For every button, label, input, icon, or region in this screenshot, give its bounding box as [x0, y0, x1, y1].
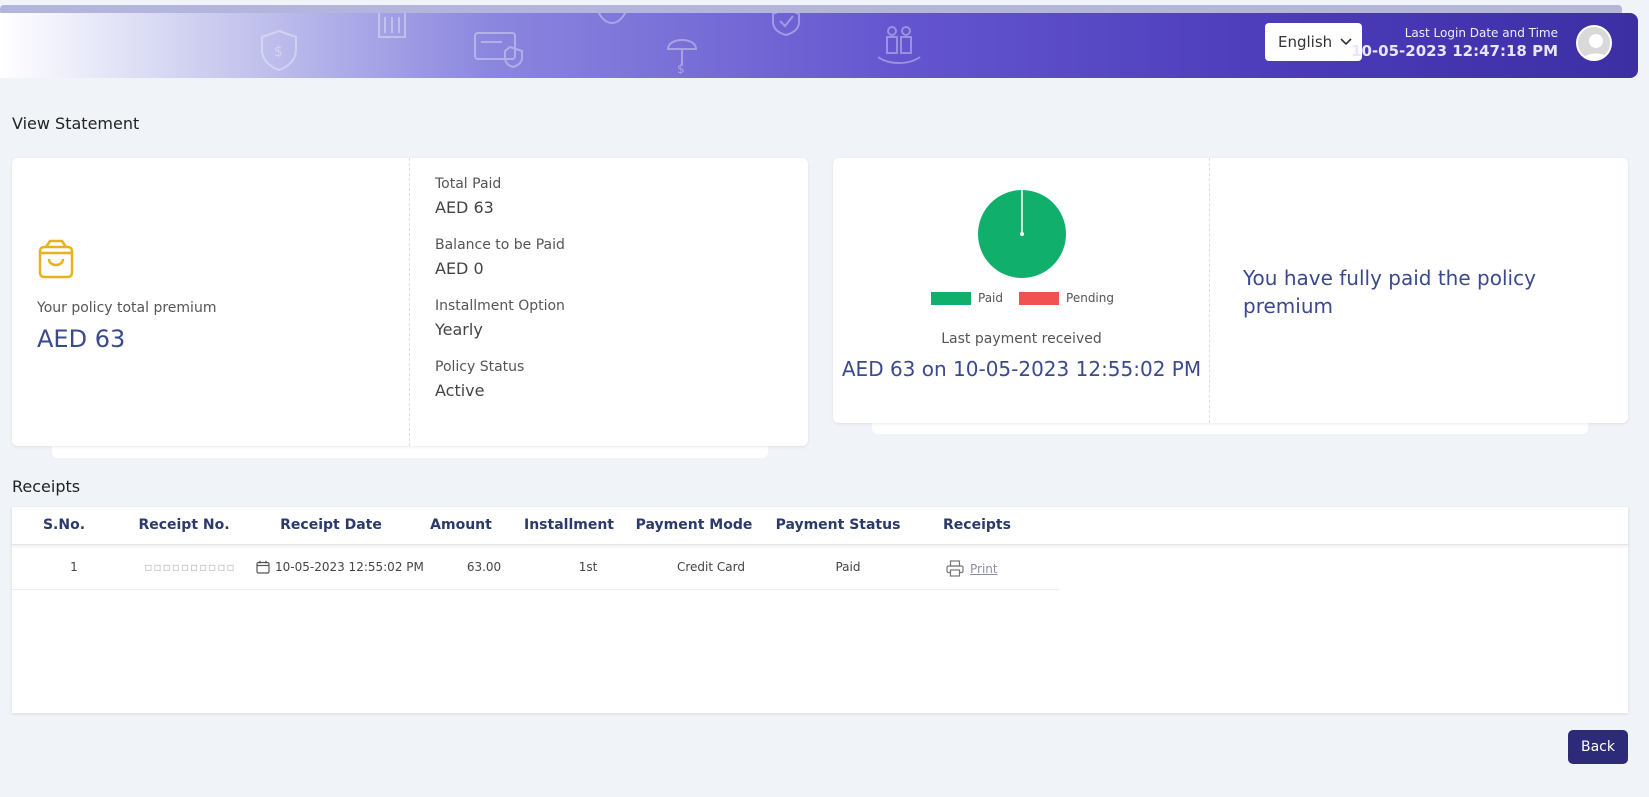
detail-value: AED 0 [435, 259, 484, 278]
hand-family-icon [877, 26, 921, 64]
column-header: S.No. [42, 517, 86, 533]
premium-total-section: Your policy total premium AED 63 [12, 158, 410, 446]
shopping-bag-icon [38, 239, 74, 279]
table-row: 1 ▫▫▫▫▫▫▫▫▫▫ 10-05-2023 12:55:02 PM 63.0… [12, 546, 1059, 590]
umbrella-dollar-icon: $ [666, 39, 698, 75]
detail-label: Policy Status [435, 359, 525, 375]
column-header: Payment Mode [635, 517, 753, 533]
cell-payment-status: Paid [835, 560, 861, 574]
receipts-title: Receipts [12, 477, 81, 496]
column-header: Payment Status [775, 517, 901, 533]
column-header: Receipt No. [138, 517, 230, 533]
hand-icon [597, 13, 627, 24]
detail-total-paid: Total Paid AED 63 [435, 176, 565, 217]
calendar-icon [256, 560, 270, 574]
cell-payment-mode: Credit Card [677, 560, 745, 574]
premium-summary-card: Your policy total premium AED 63 Total P… [12, 158, 808, 446]
payment-pie-chart [833, 189, 1210, 283]
svg-text:$: $ [274, 44, 283, 60]
last-payment-label: Last payment received [941, 331, 1102, 347]
last-login-value: 10-05-2023 12:47:18 PM [1351, 42, 1558, 60]
receipts-table: S.No. Receipt No. Receipt Date Amount In… [12, 507, 1628, 713]
detail-label: Balance to be Paid [435, 237, 565, 253]
premium-amount: AED 63 [37, 325, 126, 353]
column-header: Receipt Date [280, 517, 382, 533]
detail-label: Installment Option [435, 298, 565, 314]
svg-text:$: $ [677, 62, 685, 75]
legend-pending-label: Pending [1066, 291, 1114, 305]
premium-label: Your policy total premium [37, 300, 217, 316]
user-avatar[interactable] [1576, 25, 1612, 61]
legend-paid-swatch [931, 291, 971, 305]
detail-policy-status: Policy Status Active [435, 359, 565, 400]
pie-center-dot [1019, 232, 1024, 236]
legend-paid: Paid [931, 291, 1003, 305]
column-header: Amount [430, 517, 492, 533]
cell-installment: 1st [578, 560, 598, 574]
detail-balance: Balance to be Paid AED 0 [435, 237, 565, 278]
print-receipt-link[interactable]: Print [970, 562, 998, 576]
column-header: Installment [524, 517, 614, 533]
language-value: English [1278, 33, 1333, 51]
table-header: S.No. Receipt No. Receipt Date Amount In… [12, 507, 1628, 545]
back-button[interactable]: Back [1568, 730, 1628, 764]
pie-legend: Paid Pending [931, 291, 1130, 305]
legend-paid-label: Paid [978, 291, 1004, 305]
shield-check-icon [772, 13, 800, 37]
detail-label: Total Paid [435, 176, 502, 192]
detail-installment-option: Installment Option Yearly [435, 298, 565, 339]
cell-sno: 1 [70, 560, 78, 574]
cell-receipt-date: 10-05-2023 12:55:02 PM [256, 560, 426, 574]
shield-dollar-icon: $ [261, 29, 297, 72]
legend-pending: Pending [1019, 291, 1114, 305]
language-select[interactable]: English [1265, 23, 1362, 61]
payment-chart-section: Paid Pending Last payment received AED 6… [833, 158, 1210, 423]
payment-status-card: Paid Pending Last payment received AED 6… [833, 158, 1628, 423]
building-icon [378, 13, 406, 38]
cell-receipt-no: ▫▫▫▫▫▫▫▫▫▫ [144, 560, 236, 574]
pie-chart-svg [977, 190, 1066, 278]
detail-value: AED 63 [435, 198, 494, 217]
page-title: View Statement [12, 114, 140, 133]
card-shield-icon [474, 32, 523, 69]
premium-details: Total Paid AED 63 Balance to be Paid AED… [435, 176, 565, 420]
payment-message: You have fully paid the policy premium [1243, 266, 1536, 318]
cell-amount: 63.00 [466, 560, 502, 574]
last-payment-value: AED 63 on 10-05-2023 12:55:02 PM [841, 357, 1202, 381]
cell-receipts: Print [946, 560, 1026, 577]
legend-pending-swatch [1019, 291, 1060, 305]
last-login-label: Last Login Date and Time [1404, 26, 1558, 40]
printer-icon[interactable] [946, 560, 964, 577]
detail-value: Yearly [435, 320, 483, 339]
detail-value: Active [435, 381, 485, 400]
column-header: Receipts [943, 517, 1011, 533]
last-login-info: Last Login Date and Time 10-05-2023 12:4… [1351, 26, 1558, 60]
receipt-date-value: 10-05-2023 12:55:02 PM [275, 560, 424, 574]
